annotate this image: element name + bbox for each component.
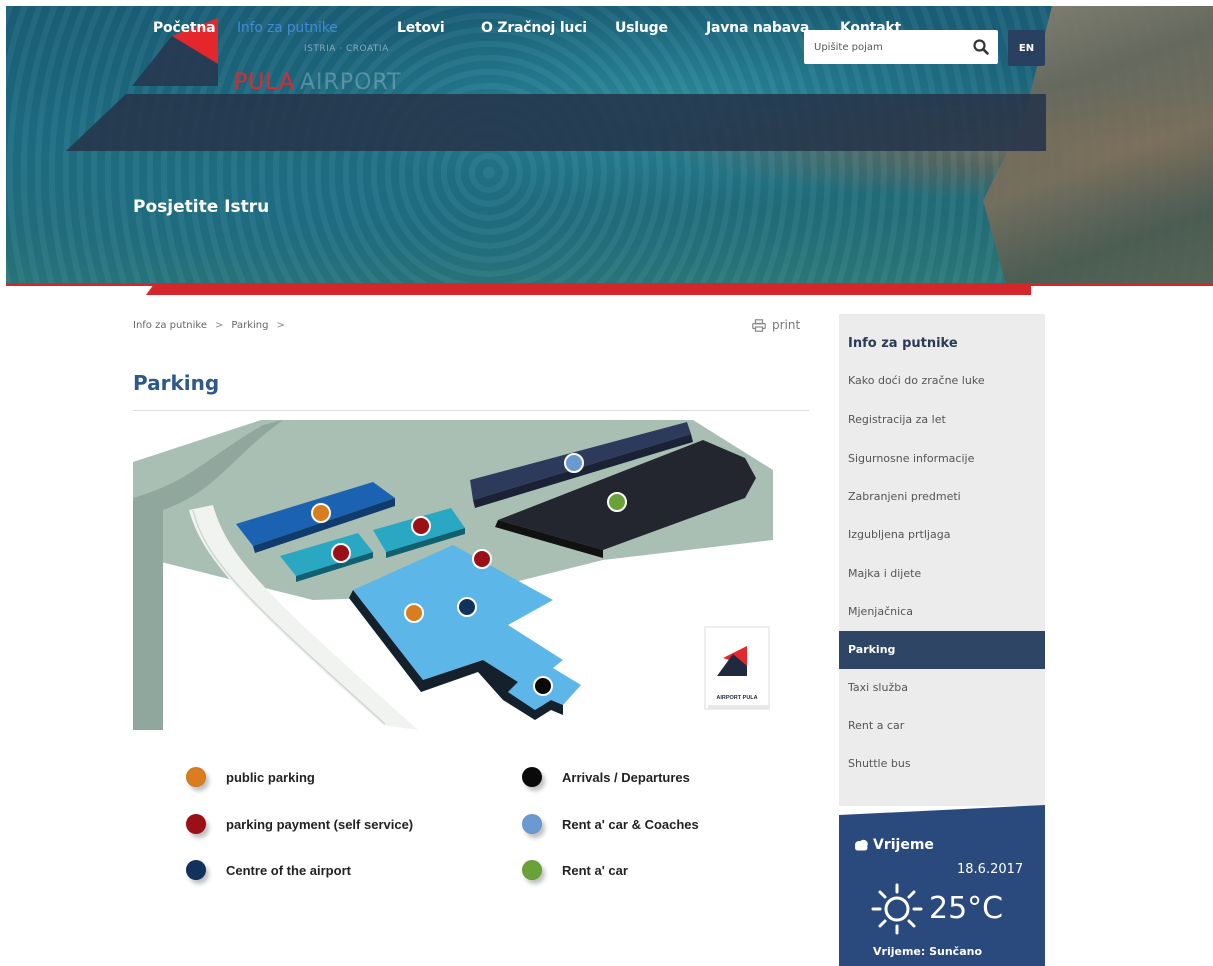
hero-red-stripe [146, 284, 1031, 295]
sidebar-item-rent-a-car[interactable]: Rent a car [839, 707, 1045, 745]
sidebar-item-parking[interactable]: Parking [839, 631, 1045, 669]
legend-label: Arrivals / Departures [562, 769, 690, 785]
search-icon[interactable] [972, 38, 990, 56]
sidebar-nav: Info za putnike Kako doći do zračne luke… [839, 314, 1045, 806]
map-legend: public parking parking payment (self ser… [186, 762, 746, 892]
legend-label: Rent a' car [562, 862, 628, 878]
sidebar-item-mjenjacnica[interactable]: Mjenjačnica [839, 593, 1045, 631]
legend-dot [522, 860, 542, 880]
marker-public-parking-2 [404, 603, 424, 623]
marker-public-parking-1 [311, 503, 331, 523]
print-button[interactable]: print [752, 318, 800, 332]
marker-rent-coaches [564, 453, 584, 473]
marker-rent-a-car [607, 492, 627, 512]
nav-item-usluge[interactable]: Usluge [615, 20, 668, 36]
nav-item-javna-nabava[interactable]: Javna nabava [706, 20, 809, 36]
main-navigation [66, 94, 1046, 151]
legend-dot [522, 767, 542, 787]
language-switch-button[interactable]: EN [1008, 30, 1045, 66]
breadcrumb-item-info-za-putnike[interactable]: Info za putnike [133, 320, 207, 331]
nav-item-o-zracnoj-luci[interactable]: O Zračnoj luci [481, 20, 587, 36]
page-title: Parking [133, 371, 220, 395]
legend-item-rent-a-car: Rent a' car [522, 860, 628, 880]
sidebar-item-taxi[interactable]: Taxi služba [839, 669, 1045, 707]
legend-dot [186, 814, 206, 834]
sidebar-item-shuttle-bus[interactable]: Shuttle bus [839, 745, 1045, 783]
legend-dot [186, 767, 206, 787]
legend-label: public parking [226, 769, 315, 785]
weather-date: 18.6.2017 [957, 862, 1024, 877]
weather-widget: Vrijeme 18.6.2017 25°C Vrijeme: Sunčano [839, 805, 1045, 966]
breadcrumb-separator: > [214, 320, 224, 331]
legend-label: parking payment (self service) [226, 816, 414, 832]
marker-centre [457, 597, 477, 617]
legend-item-public-parking: public parking [186, 767, 315, 787]
legend-item-rent-car-coaches: Rent a' car & Coaches [522, 814, 699, 834]
search-box [804, 30, 998, 64]
sidebar-item-kako-doci[interactable]: Kako doći do zračne luke [839, 362, 1045, 400]
map-airport-logo: AIRPORT PULA [704, 626, 770, 710]
parking-map: AIRPORT PULA [133, 420, 773, 730]
marker-payment-1 [411, 516, 431, 536]
logo-pula-text: PULA [234, 70, 296, 95]
weather-description: Vrijeme: Sunčano [873, 945, 983, 958]
legend-label: Centre of the airport [226, 862, 351, 878]
legend-label: Rent a' car & Coaches [562, 816, 699, 832]
sidebar-item-majka-dijete[interactable]: Majka i dijete [839, 555, 1045, 593]
nav-item-letovi[interactable]: Letovi [397, 20, 445, 36]
sidebar-item-zabranjeni[interactable]: Zabranjeni predmeti [839, 478, 1045, 516]
sidebar-item-sigurnosne[interactable]: Sigurnosne informacije [839, 440, 1045, 478]
print-label: print [772, 318, 801, 332]
cloud-icon [855, 839, 868, 851]
title-divider [133, 410, 809, 411]
breadcrumb: Info za putnike > Parking > [133, 320, 293, 331]
legend-dot [522, 814, 542, 834]
legend-item-parking-payment: parking payment (self service) [186, 814, 413, 834]
marker-payment-2 [331, 543, 351, 563]
sidebar-heading: Info za putnike [848, 336, 958, 351]
sidebar-item-registracija[interactable]: Registracija za let [839, 401, 1045, 439]
nav-item-pocetna[interactable]: Početna [153, 20, 216, 36]
marker-payment-3 [472, 549, 492, 569]
breadcrumb-item-parking[interactable]: Parking [231, 320, 268, 331]
nav-item-kontakt[interactable]: Kontakt [840, 20, 901, 36]
hero-title: Posjetite Istru [133, 197, 270, 217]
weather-temperature: 25°C [929, 891, 1004, 926]
breadcrumb-separator: > [276, 320, 285, 331]
logo-tagline: ISTRIA · CROATIA [304, 44, 389, 54]
legend-item-arrivals-departures: Arrivals / Departures [522, 767, 690, 787]
logo-airport-text: AIRPORT [300, 70, 402, 95]
printer-icon [752, 318, 766, 332]
legend-item-centre-of-airport: Centre of the airport [186, 860, 351, 880]
sun-icon [871, 883, 923, 935]
map-logo-text: AIRPORT PULA [716, 695, 757, 701]
weather-title: Vrijeme [873, 837, 934, 853]
sidebar-item-izgubljena[interactable]: Izgubljena prtljaga [839, 516, 1045, 554]
legend-dot [186, 860, 206, 880]
marker-arrivals-departures [533, 676, 553, 696]
nav-item-info-za-putnike[interactable]: Info za putnike [237, 20, 338, 36]
